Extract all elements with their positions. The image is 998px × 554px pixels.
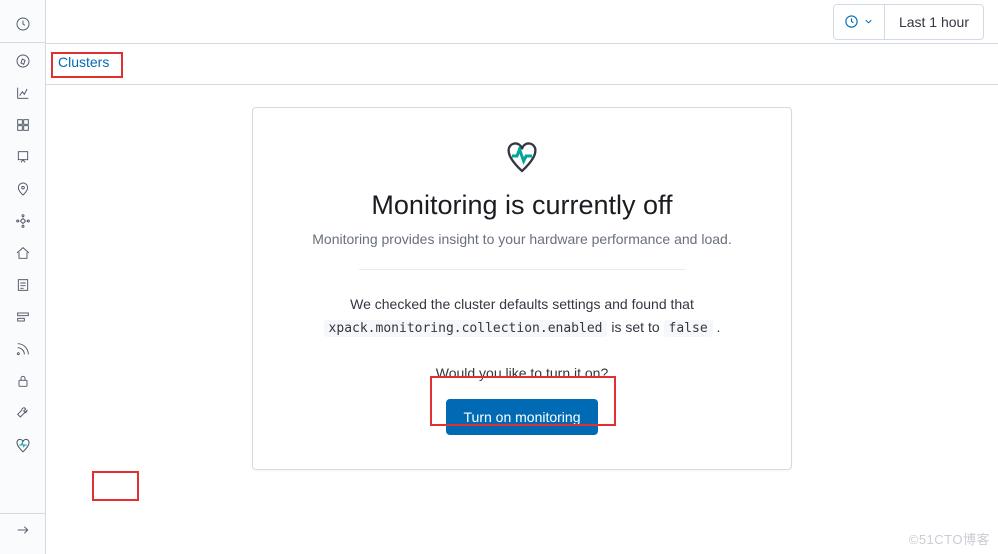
devtools-icon[interactable] [7, 397, 39, 429]
apm-icon[interactable] [7, 301, 39, 333]
panel-body-line1: We checked the cluster defaults settings… [289, 294, 755, 315]
uptime-icon[interactable] [7, 333, 39, 365]
monitoring-off-panel: Monitoring is currently off Monitoring p… [252, 107, 792, 470]
panel-heading: Monitoring is currently off [289, 190, 755, 221]
annotation-box [92, 471, 139, 501]
setting-key: xpack.monitoring.collection.enabled [324, 320, 608, 337]
turn-on-monitoring-button[interactable]: Turn on monitoring [446, 399, 599, 435]
visualize-icon[interactable] [7, 77, 39, 109]
canvas-icon[interactable] [7, 141, 39, 173]
security-icon[interactable] [7, 365, 39, 397]
left-sidebar [0, 0, 46, 554]
divider [359, 269, 685, 270]
monitoring-icon[interactable] [7, 429, 39, 461]
collapse-icon[interactable] [7, 514, 39, 546]
setting-value: false [664, 320, 713, 337]
topbar: Last 1 hour [46, 0, 998, 44]
time-picker-quick[interactable] [834, 5, 885, 39]
infrastructure-icon[interactable] [7, 237, 39, 269]
panel-body-line2: xpack.monitoring.collection.enabled is s… [289, 317, 755, 339]
logs-icon[interactable] [7, 269, 39, 301]
body-mid: is set to [611, 319, 663, 335]
chevron-down-icon [863, 16, 874, 27]
time-picker[interactable]: Last 1 hour [833, 4, 984, 40]
discover-icon[interactable] [7, 45, 39, 77]
breadcrumb-clusters[interactable]: Clusters [58, 54, 109, 70]
main-content: Last 1 hour Clusters Monitoring is curre… [46, 0, 998, 554]
panel-prompt: Would you like to turn it on? [289, 365, 755, 381]
panel-subtitle: Monitoring provides insight to your hard… [289, 231, 755, 247]
watermark: ©51CTO博客 [909, 529, 990, 548]
maps-icon[interactable] [7, 173, 39, 205]
heartbeat-icon [289, 136, 755, 176]
time-range-label[interactable]: Last 1 hour [885, 5, 983, 39]
recent-icon[interactable] [7, 8, 39, 40]
breadcrumb: Clusters [46, 44, 998, 85]
dashboard-icon[interactable] [7, 109, 39, 141]
ml-icon[interactable] [7, 205, 39, 237]
body-post: . [717, 319, 721, 335]
